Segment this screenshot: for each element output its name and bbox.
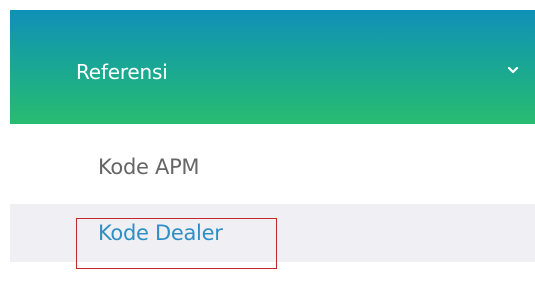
submenu-item-label: Kode Dealer <box>98 221 223 245</box>
submenu-item-label: Kode APM <box>98 155 200 179</box>
menu-section-referensi[interactable]: Referensi <box>10 10 535 124</box>
submenu-item-kode-dealer[interactable]: Kode Dealer <box>10 204 535 262</box>
submenu-item-kode-apm[interactable]: Kode APM <box>10 138 535 196</box>
menu-section-label: Referensi <box>76 60 168 84</box>
chevron-down-icon[interactable] <box>506 62 520 76</box>
sidebar-menu: Referensi Kode APM Kode Dealer <box>0 0 535 305</box>
